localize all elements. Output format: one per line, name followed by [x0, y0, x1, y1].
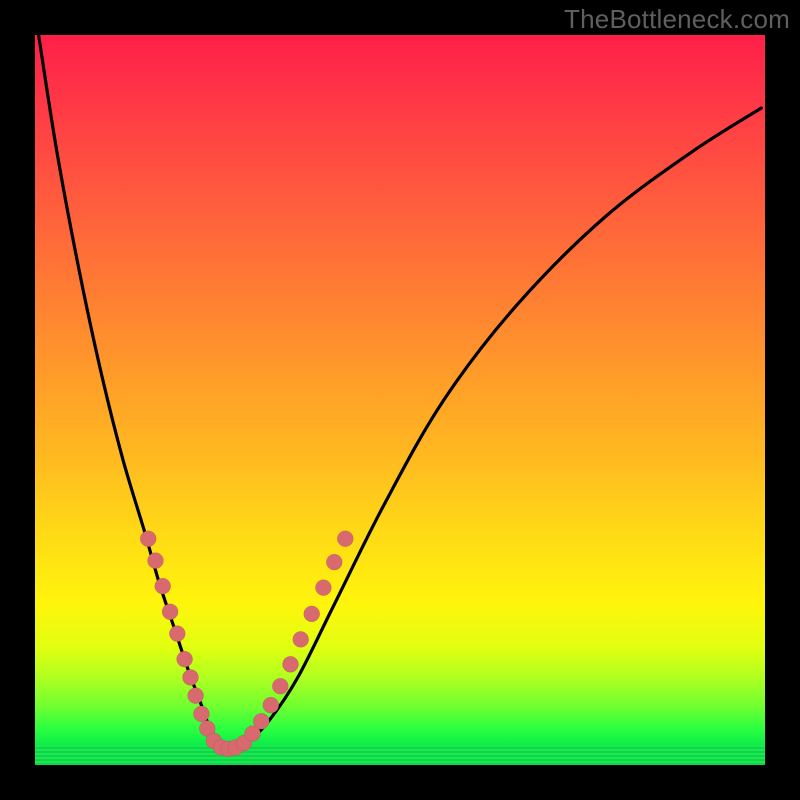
sample-point	[304, 606, 320, 622]
sample-point	[148, 553, 164, 569]
sample-point	[193, 706, 209, 722]
sample-point	[188, 688, 204, 704]
chart-frame: TheBottleneck.com	[0, 0, 800, 800]
plot-area	[35, 35, 765, 765]
sample-point	[155, 578, 171, 594]
sample-point	[326, 554, 342, 570]
sample-point	[177, 651, 193, 667]
sample-point	[293, 631, 309, 647]
sample-point	[169, 626, 185, 642]
sample-point	[283, 656, 299, 672]
bottleneck-curve	[39, 35, 762, 750]
sample-point	[272, 678, 288, 694]
sample-point	[263, 697, 279, 713]
sample-points-group	[140, 531, 353, 757]
sample-point	[183, 669, 199, 685]
sample-point	[140, 531, 156, 547]
sample-point	[162, 604, 178, 620]
curve-layer	[35, 35, 765, 765]
sample-point	[253, 713, 269, 729]
sample-point	[337, 531, 353, 547]
sample-point	[315, 580, 331, 596]
watermark-text: TheBottleneck.com	[564, 4, 790, 35]
